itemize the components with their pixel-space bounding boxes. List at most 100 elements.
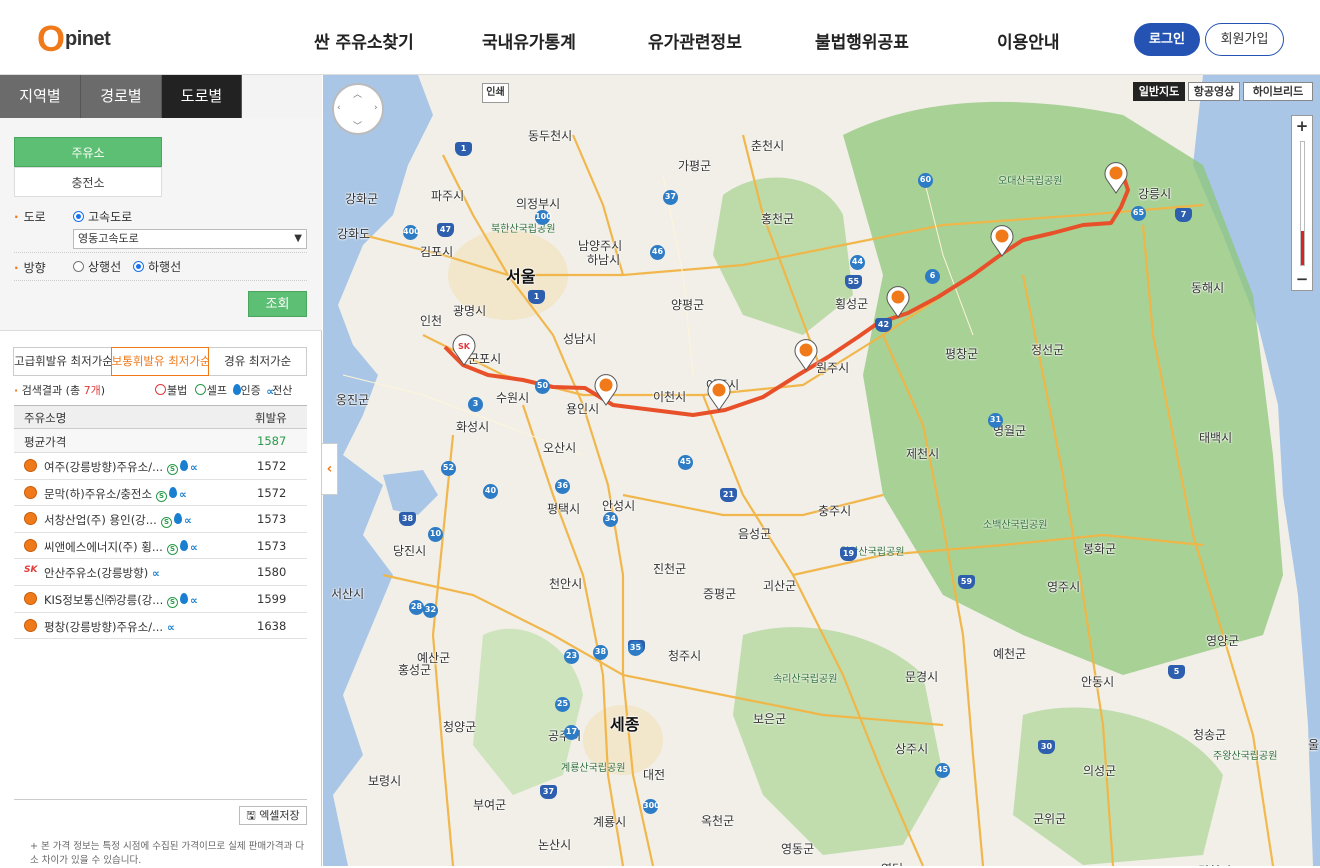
city-label: 청주시	[668, 649, 702, 663]
station-rows: 여주(강릉방향)주유소/... S ∝ 1572 문막(하)주유소/충전소 S ∝ 1572 서…	[14, 453, 307, 640]
road-shield: 52	[441, 461, 456, 476]
station-name[interactable]: 씨앤에스에너지(주) 횡...	[44, 539, 163, 555]
station-name[interactable]: 평창(강릉방향)주유소/...	[44, 619, 163, 635]
road-label: 도로	[14, 208, 46, 225]
map-type-normal[interactable]: 일반지도	[1133, 82, 1185, 101]
zoom-in-button[interactable]: +	[1292, 116, 1312, 138]
self-icon: S	[167, 543, 178, 555]
table-header: 주유소명 휘발유	[14, 405, 307, 429]
city-label: 홍성군	[398, 663, 432, 677]
city-label: 문경시	[905, 670, 939, 684]
station-name[interactable]: KIS정보통신㈜강릉(강...	[44, 592, 163, 608]
self-icon: S	[161, 517, 172, 529]
road-shield: 40	[483, 484, 498, 499]
zoom-control: + −	[1291, 115, 1313, 291]
tab-regular-gasoline[interactable]: 보통휘발유 최저가순	[110, 347, 210, 376]
table-row[interactable]: 여주(강릉방향)주유소/... S ∝ 1572	[14, 453, 307, 480]
ex-station-marker[interactable]	[793, 337, 819, 371]
direction-up-radio[interactable]: 상행선	[73, 258, 121, 275]
city-label: 대전	[643, 768, 666, 782]
city-label: 괴산군	[763, 579, 797, 593]
road-highway-radio[interactable]: 고속도로	[73, 208, 132, 225]
road-select[interactable]: 영동고속도로 ▼	[73, 229, 307, 249]
tab-diesel[interactable]: 경유 최저가순	[208, 347, 308, 376]
ex-station-marker[interactable]	[989, 223, 1015, 257]
sk-station-marker[interactable]: SK	[451, 332, 477, 366]
excel-label: 엑셀저장	[259, 809, 300, 822]
road-shield: 5	[1168, 665, 1185, 679]
direction-down-radio[interactable]: 하행선	[133, 258, 181, 275]
forest-se	[1013, 707, 1223, 865]
road-shield: 37	[540, 785, 557, 799]
nav-guide[interactable]: 이용안내	[997, 28, 1117, 53]
nav-cheap-station[interactable]: 싼 주유소찾기	[314, 28, 434, 53]
search-button[interactable]: 조회	[248, 291, 307, 317]
station-name[interactable]: 서창산업(주) 용인(강...	[44, 512, 157, 528]
note-bullet: +	[30, 841, 41, 852]
computerized-icon: ∝	[179, 487, 187, 501]
zoom-slider[interactable]	[1300, 141, 1305, 266]
park-label: 주왕산국립공원	[1213, 751, 1278, 762]
map-type-hybrid[interactable]: 하이브리드	[1243, 82, 1313, 101]
station-name[interactable]: 안산주유소(강릉방향)	[44, 565, 148, 581]
nav-price-stats[interactable]: 국내유가통계	[482, 28, 602, 53]
ex-brand-icon	[24, 538, 37, 552]
road-option-label: 고속도로	[88, 210, 133, 224]
map-area[interactable]: 서울 세종 동두천시 춘천시 가평군 파주시 의정부시 강화군 강화도 김포시 남양주시 홍천군 하남시…	[323, 75, 1320, 866]
col-station-name: 주유소명	[24, 411, 67, 425]
station-name[interactable]: 문막(하)주유소/충전소	[44, 486, 152, 502]
login-button[interactable]: 로그인	[1134, 23, 1200, 56]
excel-save-button[interactable]: 🖫 엑셀저장	[239, 806, 307, 825]
ex-station-marker[interactable]	[706, 377, 732, 411]
join-button[interactable]: 회원가입	[1205, 23, 1284, 56]
city-label: 성남시	[563, 332, 597, 346]
ex-station-marker[interactable]	[593, 372, 619, 406]
panel-collapse-button[interactable]: ‹	[322, 443, 338, 495]
table-row[interactable]: 서창산업(주) 용인(강... S ∝ 1573	[14, 506, 307, 533]
pan-control[interactable]: ︿ ﹀ ‹ ›	[332, 83, 384, 135]
table-row[interactable]: 씨앤에스에너지(주) 횡... S ∝ 1573	[14, 533, 307, 560]
tab-premium-gasoline[interactable]: 고급휘발유 최저가순	[13, 347, 112, 376]
nav-illegal[interactable]: 불법행위공표	[815, 28, 935, 53]
average-row: 평균가격 1587	[14, 429, 307, 453]
zoom-level-fill	[1301, 230, 1304, 265]
ex-station-marker[interactable]	[885, 284, 911, 318]
city-label: 천안시	[549, 577, 583, 591]
nav-price-info[interactable]: 유가관련정보	[648, 28, 768, 53]
table-row[interactable]: KIS정보통신㈜강릉(강... S ∝ 1599	[14, 586, 307, 613]
city-label: 이천시	[653, 390, 687, 404]
table-row[interactable]: SK 안산주유소(강릉방향) ∝ 1580	[14, 559, 307, 586]
opinet-logo[interactable]: Opinet	[37, 18, 111, 60]
zoom-out-button[interactable]: −	[1292, 269, 1312, 291]
road-shield: 60	[918, 173, 933, 188]
computerized-icon: ∝	[184, 514, 192, 528]
city-label: 옹진군	[336, 393, 370, 407]
road-shield: 400	[403, 225, 420, 240]
result-count: · 검색결과 (총 7개)	[14, 382, 105, 398]
tab-region[interactable]: 지역별	[0, 75, 81, 118]
park-label: 계룡산국립공원	[561, 763, 626, 774]
city-label: 평택시	[547, 502, 581, 516]
self-icon	[194, 384, 206, 395]
station-icons: S ∝	[165, 539, 198, 555]
table-row[interactable]: 문막(하)주유소/충전소 S ∝ 1572	[14, 480, 307, 507]
city-label: 보령시	[368, 774, 402, 788]
city-label: 충주시	[818, 504, 852, 518]
station-name[interactable]: 여주(강릉방향)주유소/...	[44, 459, 163, 475]
city-label: 김포시	[420, 245, 454, 259]
table-row[interactable]: 평창(강릉방향)주유소/... ∝ 1638	[14, 613, 307, 640]
print-button[interactable]: 인쇄	[482, 83, 509, 103]
road-shield: 34	[603, 512, 618, 527]
map-type-aerial[interactable]: 항공영상	[1188, 82, 1240, 101]
divider	[14, 799, 307, 800]
city-label: 청양군	[443, 720, 477, 734]
search-tabs: 지역별 경로별 도로별	[0, 75, 322, 118]
tab-road[interactable]: 도로별	[162, 75, 242, 118]
gas-station-button[interactable]: 주유소	[14, 137, 162, 167]
road-shield: 100	[535, 210, 552, 225]
charging-station-button[interactable]: 충전소	[14, 167, 162, 197]
city-label: 태백시	[1199, 431, 1233, 445]
ex-station-marker[interactable]	[1103, 160, 1129, 194]
tab-route[interactable]: 경로별	[81, 75, 162, 118]
city-label: 광명시	[453, 304, 487, 318]
